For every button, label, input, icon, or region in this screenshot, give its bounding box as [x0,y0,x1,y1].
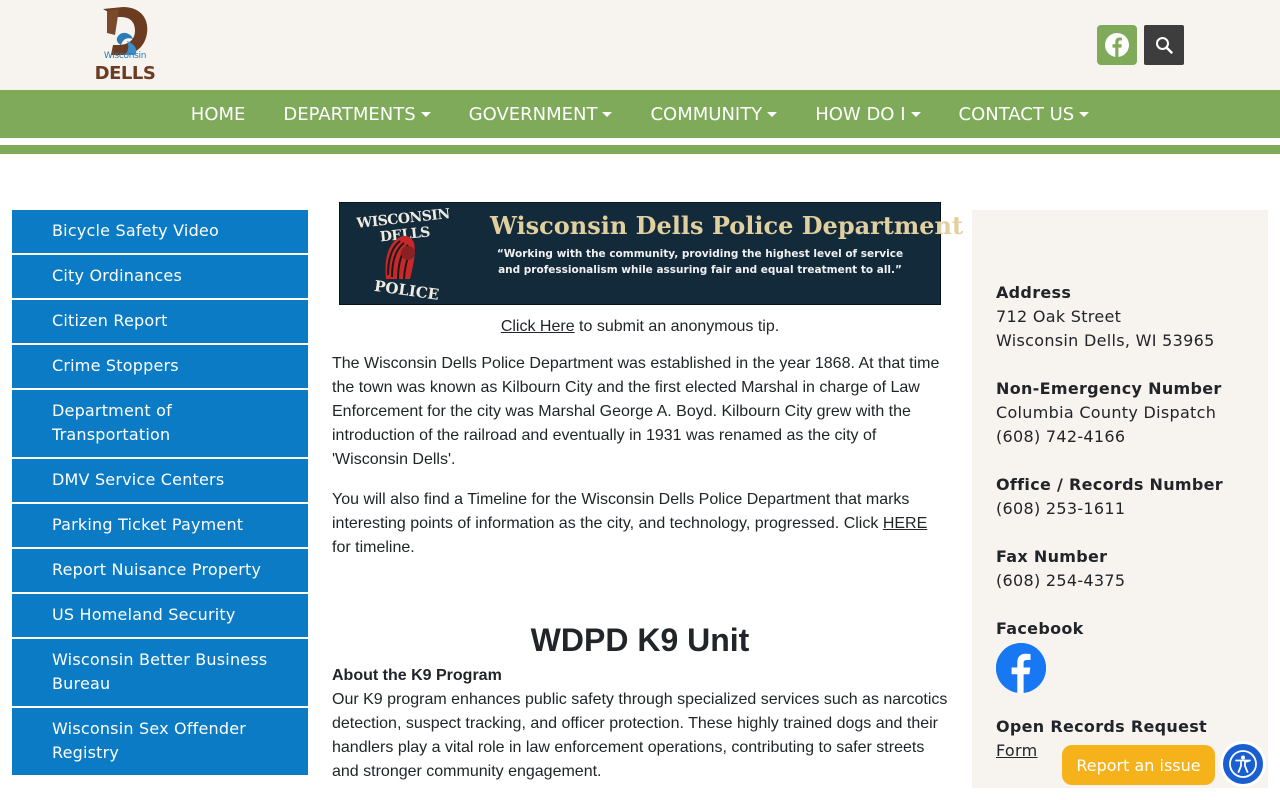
sidebar-item-dmv-service-centers[interactable]: DMV Service Centers [12,459,308,504]
anonymous-tip-link[interactable]: Click Here [501,318,575,335]
accessibility-button[interactable] [1220,741,1266,787]
sidebar-item-department-of-transportation[interactable]: Department of Transportation [12,390,308,459]
history-paragraph: The Wisconsin Dells Police Department wa… [332,355,940,468]
office-records-label: Office / Records Number [996,475,1223,494]
nav-item-contact-us[interactable]: CONTACT US [959,104,1090,125]
sidebar-item-wisconsin-sex-offender-registry[interactable]: Wisconsin Sex Offender Registry [12,708,308,777]
city-logo[interactable]: Wisconsin DELLS [94,5,156,85]
open-records-label: Open Records Request [996,717,1207,736]
anonymous-tip-line: Click Here to submit an anonymous tip. [332,315,948,339]
fax-number: (608) 254-4375 [996,571,1126,590]
timeline-text-end: for timeline. [332,539,415,556]
nav-item-home[interactable]: HOME [191,104,246,125]
sidebar-item-city-ordinances[interactable]: City Ordinances [12,255,308,300]
sidebar-item-parking-ticket-payment[interactable]: Parking Ticket Payment [12,504,308,549]
nav-item-label: CONTACT US [958,103,1075,125]
site-header: Wisconsin DELLS [0,0,1280,90]
nav-item-departments[interactable]: DEPARTMENTS [283,103,431,125]
report-issue-button[interactable]: Report an issue [1062,745,1215,785]
sidebar-item-us-homeland-security[interactable]: US Homeland Security [12,594,308,639]
caret-down-icon [1079,111,1090,117]
headdress-icon [385,235,415,280]
nav-item-label: DEPARTMENTS [283,103,416,125]
nav-divider-stripe [0,145,1280,154]
logo-big-text: DELLS [94,63,156,84]
address-line-2: Wisconsin Dells, WI 53965 [996,331,1215,350]
logo-small-text: Wisconsin [103,51,147,61]
sidebar-links: Bicycle Safety Video City Ordinances Cit… [12,210,308,777]
timeline-link[interactable]: HERE [883,515,927,532]
accessibility-icon [1229,750,1257,778]
contact-info-panel: Address 712 Oak Street Wisconsin Dells, … [972,210,1268,788]
sidebar-item-citizen-report[interactable]: Citizen Report [12,300,308,345]
search-icon [1156,37,1173,54]
banner-quote: “Working with the community, providing t… [496,248,904,276]
anonymous-tip-text: to submit an anonymous tip. [574,318,780,335]
facebook-icon [996,643,1046,693]
sidebar-item-crime-stoppers[interactable]: Crime Stoppers [12,345,308,390]
k9-paragraph: Our K9 program enhances public safety th… [332,691,948,780]
facebook-label: Facebook [996,619,1084,638]
accessibility-circle [1223,744,1263,784]
k9-section-title: WDPD K9 Unit [530,622,750,658]
non-emergency-label: Non-Emergency Number [996,379,1222,398]
nav-item-label: COMMUNITY [650,103,763,125]
facebook-link[interactable] [996,643,1046,693]
open-records-form-link[interactable]: Form [996,739,1038,763]
caret-down-icon [767,111,778,117]
facebook-icon [1105,33,1129,57]
nav-item-community[interactable]: COMMUNITY [650,103,778,125]
search-button[interactable] [1144,25,1184,65]
sidebar-item-bicycle-safety-video[interactable]: Bicycle Safety Video [12,210,308,255]
nav-item-label: HOW DO I [815,103,906,125]
logo-emblem-icon [103,7,148,55]
caret-down-icon [602,111,613,117]
nav-item-label: HOME [190,103,246,125]
non-emergency-dispatch: Columbia County Dispatch [996,403,1217,422]
address-label: Address [996,283,1072,302]
timeline-paragraph: You will also find a Timeline for the Wi… [332,488,948,560]
police-banner: WISCONSIN DELLS POLICE Wisconsin Dells P… [339,202,963,305]
nav-item-how-do-i[interactable]: HOW DO I [815,103,921,125]
k9-subtitle: About the K9 Program [332,667,502,684]
sidebar-item-wisconsin-better-business-bureau[interactable]: Wisconsin Better Business Bureau [12,639,308,708]
caret-down-icon [910,111,921,117]
main-nav: HOME DEPARTMENTS GOVERNMENT COMMUNITY HO… [0,90,1280,138]
nav-item-label: GOVERNMENT [468,103,598,125]
fax-label: Fax Number [996,547,1108,566]
timeline-text: You will also find a Timeline for the Wi… [332,491,910,532]
sidebar-item-report-nuisance-property[interactable]: Report Nuisance Property [12,549,308,594]
office-records-phone: (608) 253-1611 [996,499,1126,518]
non-emergency-phone: (608) 742-4166 [996,427,1126,446]
caret-down-icon [420,111,431,117]
address-line-1: 712 Oak Street [996,307,1122,326]
banner-title: Wisconsin Dells Police Department [490,211,964,240]
nav-item-government[interactable]: GOVERNMENT [469,104,613,125]
facebook-button[interactable] [1097,25,1137,65]
